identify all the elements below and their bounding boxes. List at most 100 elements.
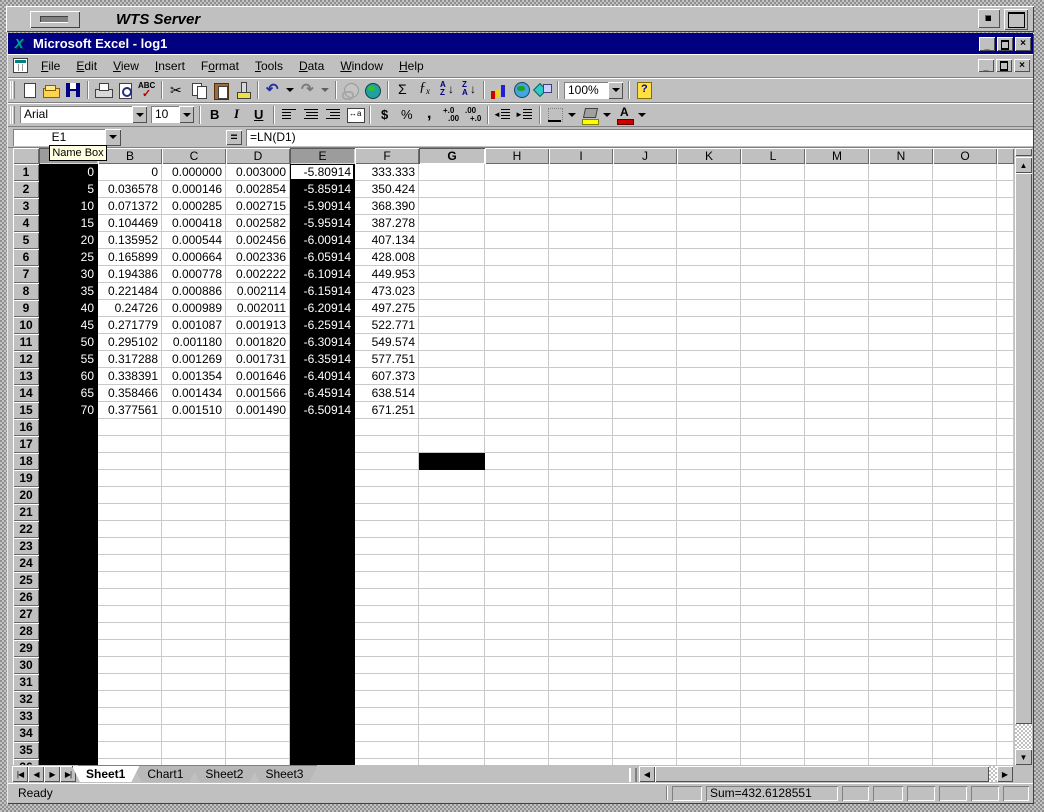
grid-cell-m18[interactable] <box>805 453 869 470</box>
grid-cell-g3[interactable] <box>419 198 485 215</box>
decrease-indent-icon[interactable] <box>492 105 514 125</box>
comma-style-icon[interactable] <box>418 105 440 125</box>
grid-cell-m34[interactable] <box>805 725 869 742</box>
grid-cell-h7[interactable] <box>485 266 549 283</box>
grid-cell-k2[interactable] <box>677 181 741 198</box>
grid-cell-i18[interactable] <box>549 453 613 470</box>
grid-cell-e5[interactable]: -6.00914 <box>290 232 355 249</box>
grid-cell-b21[interactable] <box>98 504 162 521</box>
grid-cell-o10[interactable] <box>933 317 997 334</box>
grid-cell-d12[interactable]: 0.001731 <box>226 351 290 368</box>
grid-cell-f6[interactable]: 428.008 <box>355 249 419 266</box>
row-header-20[interactable]: 20 <box>13 487 39 504</box>
grid-cell-d23[interactable] <box>226 538 290 555</box>
sheet-tab-sheet3[interactable]: Sheet3 <box>251 766 317 782</box>
grid-cell-n20[interactable] <box>869 487 933 504</box>
grid-cell-j4[interactable] <box>613 215 677 232</box>
grid-cell-k19[interactable] <box>677 470 741 487</box>
grid-cell-l1[interactable] <box>741 164 805 181</box>
row-header-25[interactable]: 25 <box>13 572 39 589</box>
percent-style-icon[interactable] <box>396 105 418 125</box>
grid-cell-j23[interactable] <box>613 538 677 555</box>
grid-cell-c9[interactable]: 0.000989 <box>162 300 226 317</box>
grid-cell-n17[interactable] <box>869 436 933 453</box>
grid-cell-o24[interactable] <box>933 555 997 572</box>
grid-cell-m2[interactable] <box>805 181 869 198</box>
grid-cell-j24[interactable] <box>613 555 677 572</box>
grid-cell-l33[interactable] <box>741 708 805 725</box>
grid-cell-n3[interactable] <box>869 198 933 215</box>
grid-cell-b28[interactable] <box>98 623 162 640</box>
grid-cell-h30[interactable] <box>485 657 549 674</box>
grid-cell-h22[interactable] <box>485 521 549 538</box>
grid-cell-a19[interactable] <box>39 470 98 487</box>
grid-cell-n29[interactable] <box>869 640 933 657</box>
grid-cell-l34[interactable] <box>741 725 805 742</box>
row-header-5[interactable]: 5 <box>13 232 39 249</box>
grid-cell-g4[interactable] <box>419 215 485 232</box>
grid-cell-n23[interactable] <box>869 538 933 555</box>
grid-cell-g21[interactable] <box>419 504 485 521</box>
currency-style-icon[interactable] <box>374 105 396 125</box>
grid-cell-c31[interactable] <box>162 674 226 691</box>
row-header-22[interactable]: 22 <box>13 521 39 538</box>
grid-cell-e22[interactable] <box>290 521 355 538</box>
grid-cell-d35[interactable] <box>226 742 290 759</box>
grid-cell-d31[interactable] <box>226 674 290 691</box>
grid-cell-b20[interactable] <box>98 487 162 504</box>
row-header-29[interactable]: 29 <box>13 640 39 657</box>
menu-tools[interactable]: Tools <box>248 57 290 75</box>
name-box-input[interactable]: E1 <box>13 129 105 146</box>
grid-cell-b24[interactable] <box>98 555 162 572</box>
grid-cell-i8[interactable] <box>549 283 613 300</box>
grid-cell-n30[interactable] <box>869 657 933 674</box>
grid-cell-i20[interactable] <box>549 487 613 504</box>
grid-cell-g6[interactable] <box>419 249 485 266</box>
grid-cell-g26[interactable] <box>419 589 485 606</box>
sheet-tab-sheet1[interactable]: Sheet1 <box>72 766 139 782</box>
grid-cell-h19[interactable] <box>485 470 549 487</box>
grid-cell-i5[interactable] <box>549 232 613 249</box>
grid-cell-e19[interactable] <box>290 470 355 487</box>
grid-cell-e7[interactable]: -6.10914 <box>290 266 355 283</box>
grid-cell-g29[interactable] <box>419 640 485 657</box>
grid-cell-l3[interactable] <box>741 198 805 215</box>
increase-decimal-icon[interactable] <box>440 105 462 125</box>
grid-cell-n21[interactable] <box>869 504 933 521</box>
grid-cell-k13[interactable] <box>677 368 741 385</box>
grid-cell-o19[interactable] <box>933 470 997 487</box>
row-header-30[interactable]: 30 <box>13 657 39 674</box>
grid-cell-partial[interactable] <box>997 402 1014 419</box>
grid-cell-a16[interactable] <box>39 419 98 436</box>
workbook-restore-button[interactable] <box>996 59 1012 72</box>
grid-cell-f24[interactable] <box>355 555 419 572</box>
row-header-9[interactable]: 9 <box>13 300 39 317</box>
font-size-combobox-arrow-icon[interactable] <box>179 106 194 123</box>
column-header-d[interactable]: D <box>226 148 290 164</box>
grid-cell-partial[interactable] <box>997 300 1014 317</box>
grid-cell-a7[interactable]: 30 <box>39 266 98 283</box>
grid-cell-b22[interactable] <box>98 521 162 538</box>
grid-cell-g17[interactable] <box>419 436 485 453</box>
grid-cell-g30[interactable] <box>419 657 485 674</box>
grid-cell-h33[interactable] <box>485 708 549 725</box>
grid-cell-e24[interactable] <box>290 555 355 572</box>
grid-cell-k23[interactable] <box>677 538 741 555</box>
grid-cell-o1[interactable] <box>933 164 997 181</box>
grid-cell-g15[interactable] <box>419 402 485 419</box>
grid-cell-k6[interactable] <box>677 249 741 266</box>
grid-cell-n1[interactable] <box>869 164 933 181</box>
grid-cell-l9[interactable] <box>741 300 805 317</box>
grid-cell-k27[interactable] <box>677 606 741 623</box>
grid-cell-c13[interactable]: 0.001354 <box>162 368 226 385</box>
grid-cell-d8[interactable]: 0.002114 <box>226 283 290 300</box>
column-header-m[interactable]: M <box>805 148 869 164</box>
grid-cell-partial[interactable] <box>997 385 1014 402</box>
fill-color-dropdown-arrow-icon[interactable] <box>601 105 614 125</box>
grid-cell-n6[interactable] <box>869 249 933 266</box>
grid-cell-partial[interactable] <box>997 674 1014 691</box>
grid-cell-c35[interactable] <box>162 742 226 759</box>
grid-cell-e20[interactable] <box>290 487 355 504</box>
grid-cell-partial[interactable] <box>997 453 1014 470</box>
grid-cell-b2[interactable]: 0.036578 <box>98 181 162 198</box>
